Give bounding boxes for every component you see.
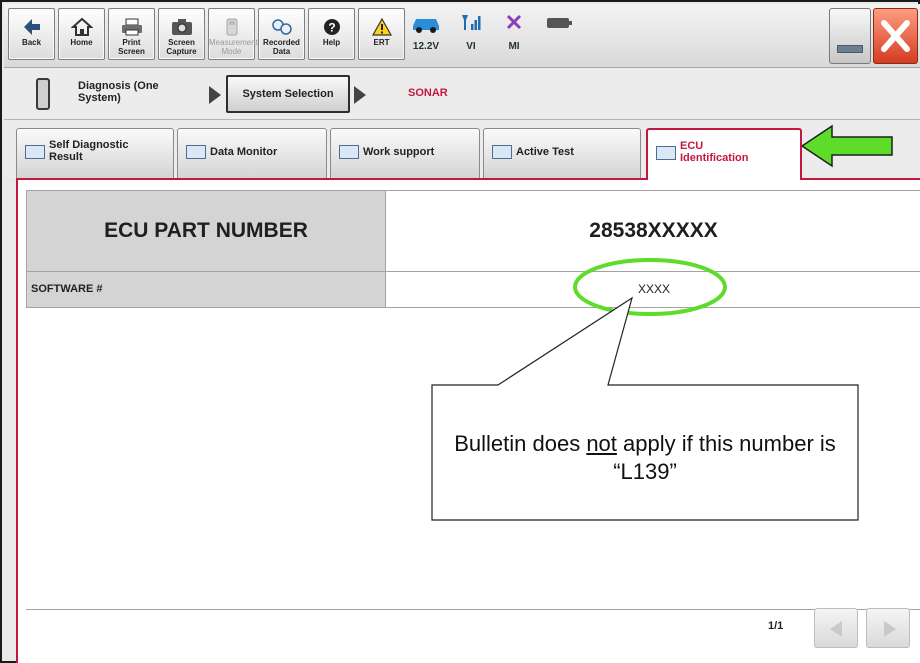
chevron-left-icon <box>830 621 842 637</box>
battery-status: 12.2V <box>406 12 446 52</box>
warning-icon <box>371 17 392 36</box>
signal-icon <box>462 15 481 30</box>
breadcrumb-arrow-icon <box>354 86 366 104</box>
breadcrumb-diagnosis[interactable]: Diagnosis (One System) <box>78 80 188 104</box>
recorded-data-button[interactable]: Recorded Data <box>258 8 305 60</box>
measurement-icon <box>226 18 237 36</box>
device-icon <box>36 78 50 110</box>
home-icon <box>70 17 93 36</box>
help-button[interactable]: ? Help <box>308 8 355 60</box>
tab-label: Work support <box>363 146 435 158</box>
screen-capture-button[interactable]: Screen Capture <box>158 8 205 60</box>
software-number-value: XXXX <box>386 272 920 308</box>
ert-label: ERT <box>373 38 390 47</box>
disconnected-icon <box>506 14 522 30</box>
tab-work-support[interactable]: Work support <box>330 128 480 178</box>
page-indicator: 1/1 <box>768 620 784 632</box>
tab-active-test[interactable]: Active Test <box>483 128 641 178</box>
ert-button[interactable]: ERT <box>358 8 405 60</box>
previous-page-button[interactable] <box>814 608 858 648</box>
tab-data-monitor[interactable]: Data Monitor <box>177 128 327 178</box>
callout-text-before: Bulletin does <box>454 431 587 456</box>
system-selection-button[interactable]: System Selection <box>226 75 350 113</box>
measurement-mode-label: Measurement Mode <box>209 38 258 56</box>
tab-label: ECU Identification <box>680 140 749 164</box>
wrench-icon <box>339 145 359 159</box>
breadcrumb-current-system: SONAR <box>408 87 448 99</box>
battery-icon <box>547 18 572 28</box>
home-label: Home <box>70 38 93 47</box>
callout-text: Bulletin does not apply if this number i… <box>432 420 858 520</box>
minimize-icon <box>837 45 863 53</box>
toolbar: Back Home Print Screen Screen Capture Me… <box>4 4 920 68</box>
close-button[interactable] <box>873 8 918 64</box>
measurement-mode-button[interactable]: Measurement Mode <box>208 8 258 60</box>
monitor-icon <box>186 145 206 159</box>
back-label: Back <box>21 38 42 47</box>
recorded-data-icon <box>271 19 292 35</box>
diagnostic-icon <box>25 145 45 159</box>
tab-label: Data Monitor <box>210 146 278 158</box>
printer-icon <box>121 18 142 36</box>
breadcrumb-arrow-icon <box>209 86 221 104</box>
screen-capture-label: Screen Capture <box>166 38 197 56</box>
vi-label: VI <box>466 41 476 52</box>
car-icon <box>413 19 439 33</box>
battery-indicator <box>539 12 579 39</box>
next-page-button[interactable] <box>866 608 910 648</box>
print-screen-button[interactable]: Print Screen <box>108 8 155 60</box>
ecu-part-number-value: 28538XXXXX <box>386 190 920 272</box>
print-screen-label: Print Screen <box>118 38 145 56</box>
back-button[interactable]: Back <box>8 8 55 60</box>
tab-ecu-identification[interactable]: ECU Identification <box>646 128 802 180</box>
home-button[interactable]: Home <box>58 8 105 60</box>
tab-label: Active Test <box>516 146 574 158</box>
mi-status: MI <box>494 12 534 52</box>
camera-icon <box>171 19 192 35</box>
battery-voltage: 12.2V <box>412 41 440 52</box>
svg-text:?: ? <box>328 21 335 35</box>
help-icon: ? <box>323 19 340 35</box>
tab-bar: Self Diagnostic Result Data Monitor Work… <box>4 120 920 180</box>
recorded-data-label: Recorded Data <box>263 38 300 56</box>
software-number-label: SOFTWARE # <box>26 272 386 308</box>
ecu-icon <box>656 146 676 160</box>
minimize-button[interactable] <box>829 8 871 64</box>
tab-label: Self Diagnostic Result <box>49 139 129 163</box>
active-test-icon <box>492 145 512 159</box>
mi-label: MI <box>508 41 520 52</box>
ecu-part-number-label: ECU PART NUMBER <box>26 190 386 272</box>
callout-text-after: apply if this number is “L139” <box>613 431 836 484</box>
app-window: Back Home Print Screen Screen Capture Me… <box>0 0 920 663</box>
chevron-right-icon <box>884 621 896 637</box>
vi-status: VI <box>451 12 491 52</box>
back-arrow-icon <box>23 19 40 35</box>
close-icon <box>881 20 910 52</box>
callout-text-emphasis: not <box>586 431 617 456</box>
help-label: Help <box>322 38 341 47</box>
breadcrumb: Diagnosis (One System) System Selection … <box>4 68 920 120</box>
tab-self-diagnostic-result[interactable]: Self Diagnostic Result <box>16 128 174 178</box>
